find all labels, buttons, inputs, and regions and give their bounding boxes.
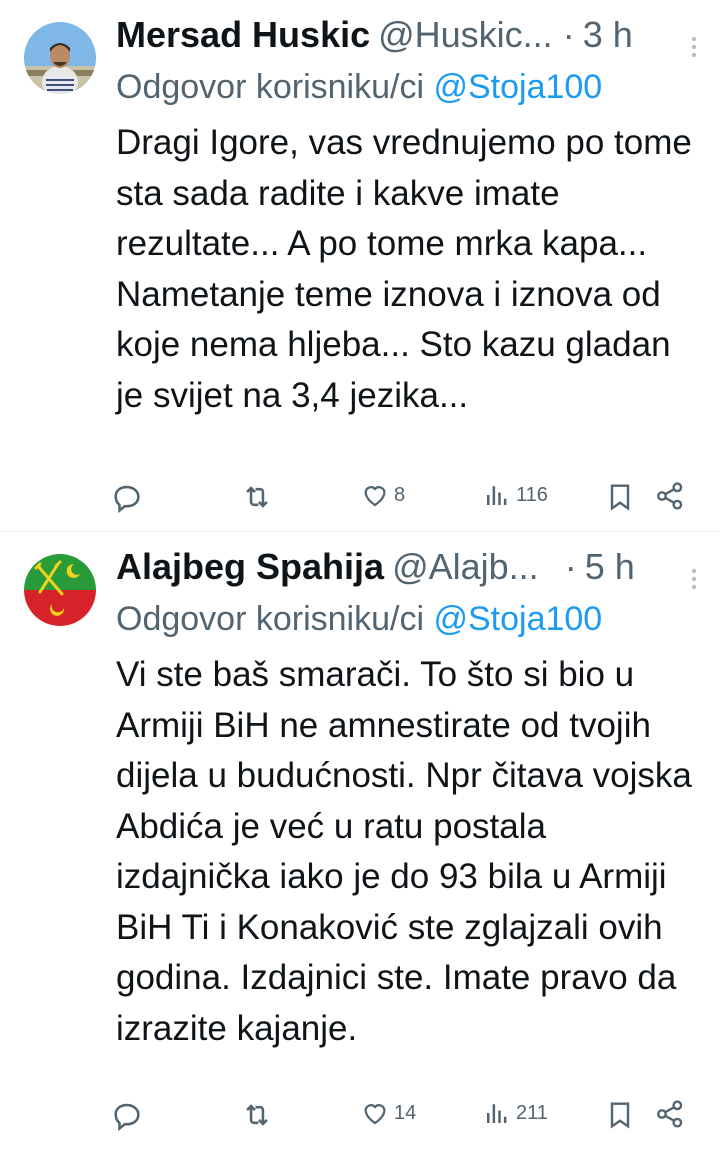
reply-context: Odgovor korisniku/ci @Stoja100 [116,594,696,644]
author-name[interactable]: Mersad Huskic [116,14,370,56]
tweet-actions: 14 211 [0,1098,720,1138]
like-count: 8 [394,483,406,506]
views-count: 116 [516,483,548,506]
like-count: 14 [394,1101,417,1124]
heart-icon [360,1098,390,1128]
heart-icon [360,480,390,510]
like-button[interactable]: 8 [360,480,405,510]
retweet-icon [240,480,274,514]
tweet[interactable]: Mersad Huskic @Huskic... · 3 h Odgovor k… [0,0,720,532]
bookmark-icon [604,1098,636,1132]
author-handle[interactable]: @Huskic... [378,14,553,56]
bookmark-button[interactable] [604,1098,636,1132]
reply-button[interactable] [110,480,144,514]
views-button[interactable]: 116 [482,480,548,510]
more-vertical-icon[interactable] [686,26,702,58]
reply-prefix: Odgovor korisniku/ci [116,600,425,638]
reply-mention[interactable]: @Stoja100 [433,68,602,106]
reply-mention[interactable]: @Stoja100 [433,600,602,638]
tweet-actions: 8 116 [0,480,720,520]
retweet-button[interactable] [240,480,274,514]
tweet-text: Dragi Igore, vas vrednujemo po tome sta … [116,123,692,415]
retweet-button[interactable] [240,1098,274,1132]
timestamp[interactable]: 3 h [583,14,633,56]
views-button[interactable]: 211 [482,1098,548,1128]
share-button[interactable] [654,1098,686,1130]
avatar[interactable] [24,554,96,626]
share-icon [654,1098,686,1130]
tweet[interactable]: Alajbeg Spahija @Alajb... · 5 h Odgovor … [0,532,720,1168]
reply-prefix: Odgovor korisniku/ci [116,68,425,106]
author-handle[interactable]: @Alajb... [392,546,539,588]
flag-avatar [24,554,96,626]
reply-icon [110,480,144,514]
like-button[interactable]: 14 [360,1098,416,1128]
avatar[interactable] [24,22,96,94]
separator-dot: · [564,546,577,587]
retweet-icon [240,1098,274,1132]
more-vertical-icon[interactable] [686,558,702,590]
share-icon [654,480,686,512]
author-name[interactable]: Alajbeg Spahija [116,546,384,588]
tweet-text: Vi ste baš smarači. To što si bio u Armi… [116,655,692,1048]
bookmark-icon [604,480,636,514]
timestamp[interactable]: 5 h [585,546,635,588]
reply-icon [110,1098,144,1132]
bookmark-button[interactable] [604,480,636,514]
views-icon [482,480,512,510]
reply-button[interactable] [110,1098,144,1132]
share-button[interactable] [654,480,686,512]
reply-context: Odgovor korisniku/ci @Stoja100 [116,62,696,112]
avatar-photo [24,22,96,94]
views-icon [482,1098,512,1128]
views-count: 211 [516,1101,548,1124]
separator-dot: · [562,14,575,55]
